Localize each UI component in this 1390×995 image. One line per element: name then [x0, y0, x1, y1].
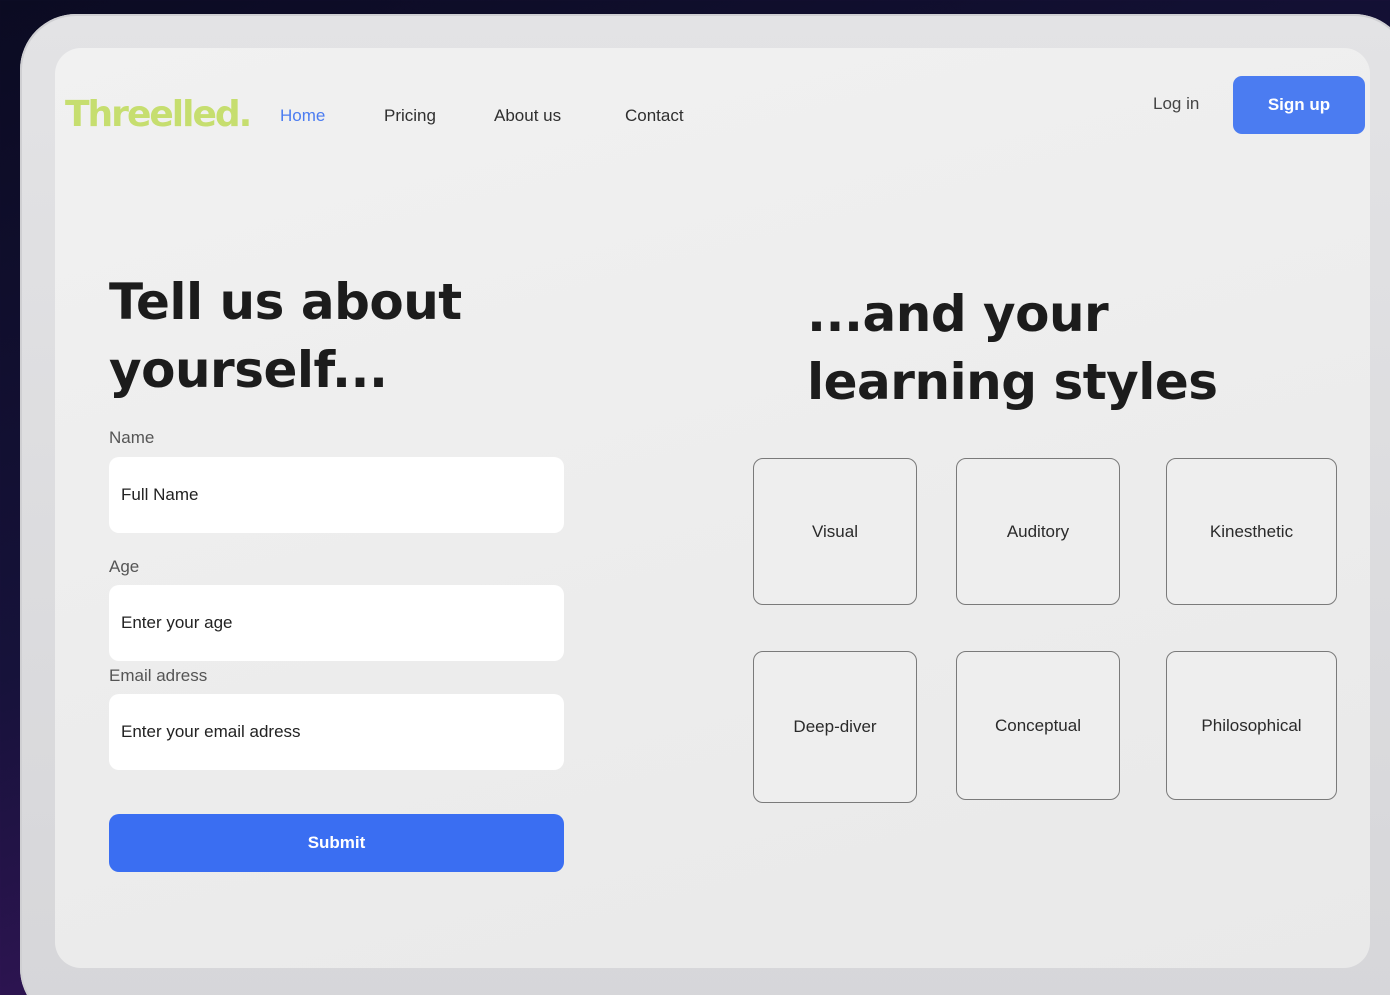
signup-button[interactable]: Sign up [1233, 76, 1365, 134]
style-card-visual[interactable]: Visual [753, 458, 917, 605]
style-card-auditory[interactable]: Auditory [956, 458, 1120, 605]
style-card-philosophical[interactable]: Philosophical [1166, 651, 1337, 800]
age-label: Age [109, 557, 140, 576]
style-card-deep-diver[interactable]: Deep-diver [753, 651, 917, 803]
email-input[interactable] [109, 694, 564, 770]
name-input[interactable] [109, 457, 564, 533]
learning-styles-heading: ...and your learning styles [807, 285, 1218, 411]
app-screen: Threelled. Home Pricing About us Contact… [55, 48, 1370, 968]
login-link[interactable]: Log in [1153, 94, 1199, 114]
form-heading: Tell us about yourself... [109, 273, 462, 399]
nav-pricing[interactable]: Pricing [384, 106, 436, 126]
nav-about-us[interactable]: About us [494, 106, 561, 126]
style-card-conceptual[interactable]: Conceptual [956, 651, 1120, 800]
style-card-kinesthetic[interactable]: Kinesthetic [1166, 458, 1337, 605]
name-label: Name [109, 428, 155, 447]
nav-contact[interactable]: Contact [625, 106, 684, 126]
age-input[interactable] [109, 585, 564, 661]
nav-home[interactable]: Home [280, 106, 325, 126]
logo[interactable]: Threelled. [65, 94, 252, 135]
email-label: Email adress [109, 666, 208, 685]
submit-button[interactable]: Submit [109, 814, 564, 872]
